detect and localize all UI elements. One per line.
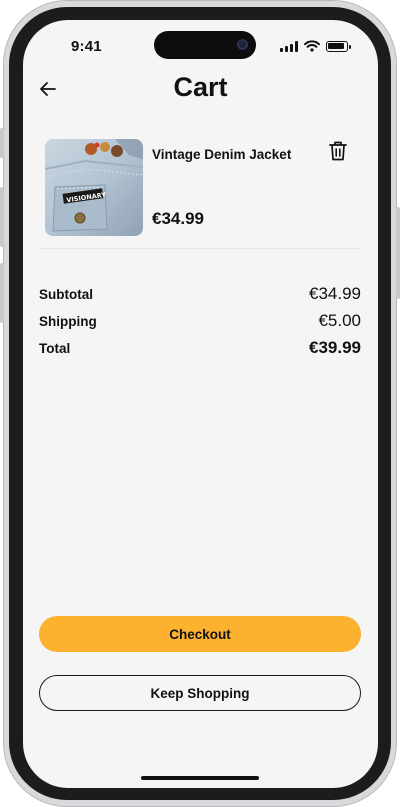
shipping-value: €5.00	[318, 311, 361, 330]
side-button	[0, 187, 4, 247]
app-screen: 9:41 Cart VISIONARY Vintage Denim Jacket…	[23, 20, 378, 788]
divider	[40, 248, 360, 249]
total-label: Total	[39, 341, 71, 356]
status-time: 9:41	[71, 38, 102, 55]
item-price: €34.99	[152, 209, 204, 228]
subtotal-label: Subtotal	[39, 287, 93, 302]
page-title: Cart	[173, 72, 228, 102]
home-indicator[interactable]	[141, 776, 259, 780]
checkout-button[interactable]: Checkout	[39, 616, 361, 652]
camera-icon	[237, 39, 248, 50]
signal-icon	[280, 40, 298, 52]
trash-icon[interactable]	[328, 140, 348, 162]
side-button	[0, 263, 4, 323]
item-name: Vintage Denim Jacket	[152, 147, 292, 162]
keep-shopping-button[interactable]: Keep Shopping	[39, 675, 361, 711]
shipping-label: Shipping	[39, 314, 97, 329]
side-button	[0, 128, 4, 158]
total-value: €39.99	[309, 338, 361, 357]
subtotal-value: €34.99	[309, 284, 361, 303]
dynamic-island	[154, 31, 256, 59]
shipping-row: Shipping €5.00	[39, 311, 361, 331]
battery-icon	[326, 40, 351, 52]
side-button	[396, 207, 400, 299]
status-icons	[280, 40, 351, 52]
subtotal-row: Subtotal €34.99	[39, 284, 361, 304]
wifi-icon	[304, 40, 320, 52]
product-image[interactable]: VISIONARY	[45, 139, 143, 236]
total-row: Total €39.99	[39, 338, 361, 358]
